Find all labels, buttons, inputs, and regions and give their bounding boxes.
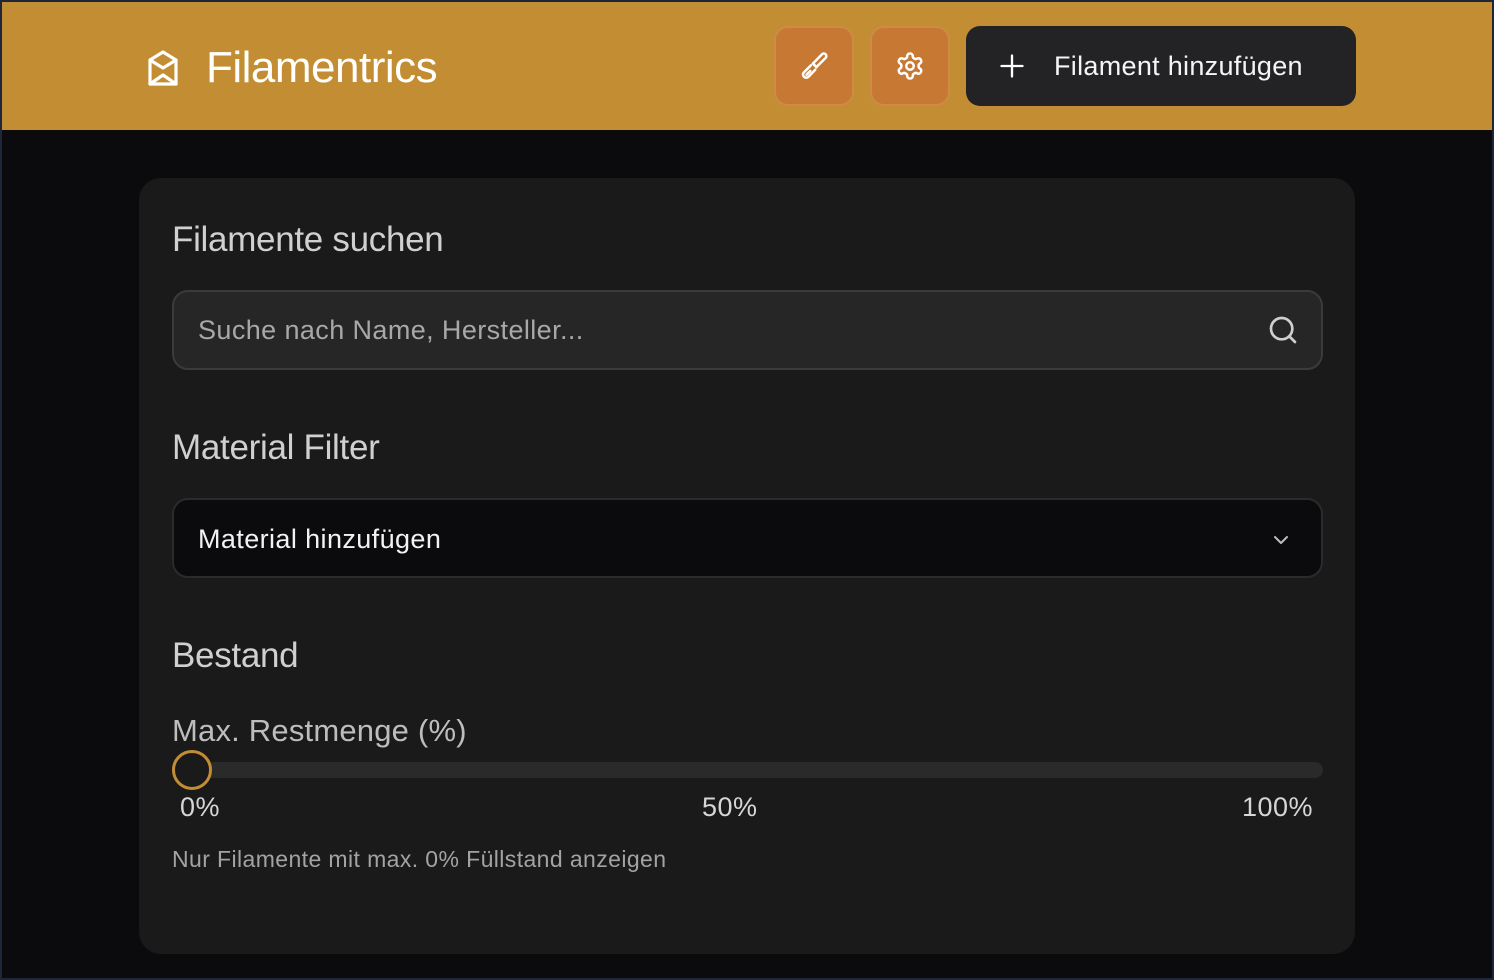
chevron-down-icon	[1274, 536, 1288, 544]
gear-icon	[897, 52, 923, 80]
search-field	[172, 290, 1323, 370]
material-select-value: Material hinzufügen	[198, 524, 442, 554]
slider-label: Max. Restmenge (%)	[172, 713, 467, 748]
search-input[interactable]	[198, 292, 1238, 368]
stock-section-title: Bestand	[172, 636, 299, 675]
tick-min: 0%	[180, 792, 221, 822]
filter-hint: Nur Filamente mit max. 0% Füllstand anze…	[172, 846, 667, 872]
theme-button[interactable]	[774, 26, 854, 106]
restmenge-slider[interactable]	[172, 750, 1323, 790]
material-select[interactable]: Material hinzufügen	[172, 498, 1323, 578]
search-icon[interactable]	[1267, 314, 1299, 346]
settings-button[interactable]	[870, 26, 950, 106]
search-section-title: Filamente suchen	[172, 220, 444, 259]
add-filament-button[interactable]: Filament hinzufügen	[966, 26, 1356, 106]
package-icon	[148, 50, 178, 86]
plus-icon	[1000, 54, 1024, 78]
app-title: Filamentrics	[206, 43, 438, 92]
material-filter-title: Material Filter	[172, 428, 380, 467]
tick-mid: 50%	[702, 792, 758, 822]
slider-thumb[interactable]	[172, 750, 212, 790]
tick-max: 100%	[1242, 792, 1314, 822]
add-filament-label: Filament hinzufügen	[1054, 50, 1303, 81]
paintbrush-icon	[801, 52, 828, 79]
